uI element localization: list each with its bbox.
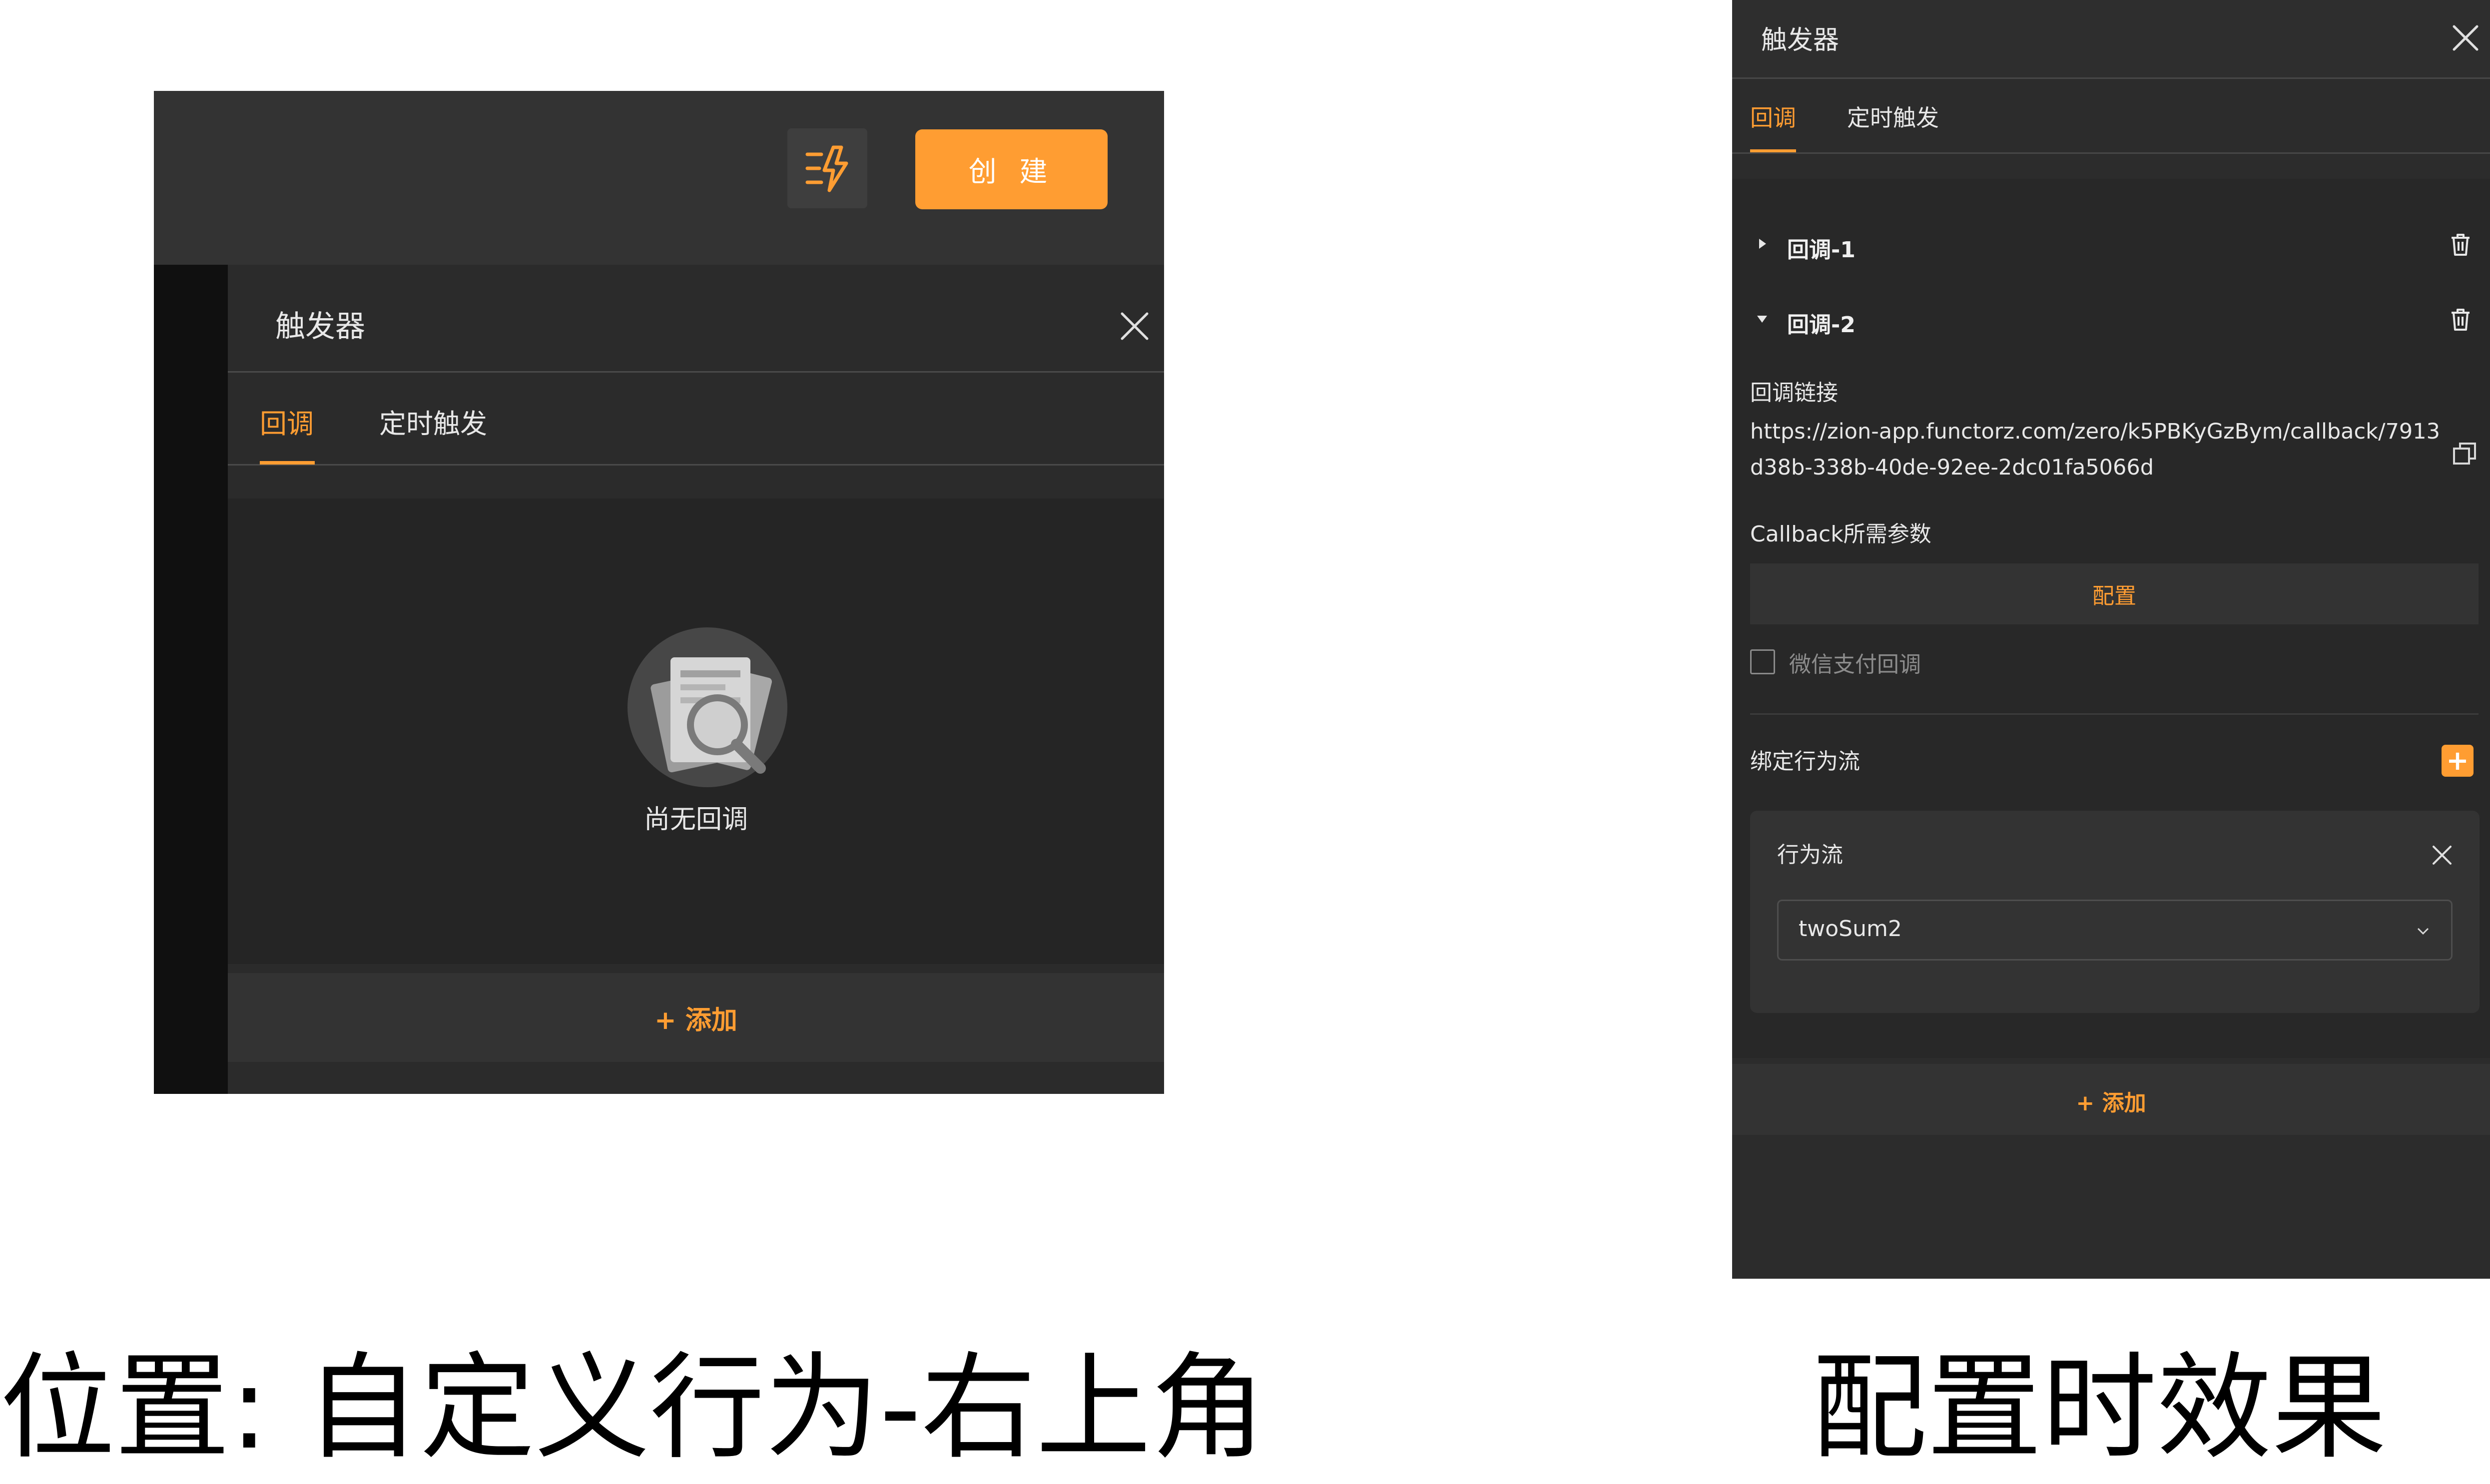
add-button-label: + 添加 <box>2076 1090 2146 1116</box>
drawer-title: 触发器 <box>275 309 365 344</box>
active-tab-indicator <box>1750 149 1796 152</box>
caption-config-effect: 配置时效果 <box>1812 1342 2387 1475</box>
top-toolbar: 创 建 <box>154 91 1164 265</box>
empty-state: 尚无回调 <box>228 498 1164 964</box>
wechat-pay-checkbox[interactable] <box>1750 649 1775 674</box>
drawer-tabs: 回调 定时触发 <box>228 373 1164 466</box>
add-flow-button[interactable]: + <box>2442 745 2474 777</box>
drawer-header: 触发器 <box>228 265 1164 373</box>
drawer-header: 触发器 <box>1732 0 2490 79</box>
trash-icon[interactable] <box>2447 231 2475 259</box>
tab-timer-trigger[interactable]: 定时触发 <box>379 402 487 441</box>
callback-name: 回调-2 <box>1787 312 1856 338</box>
empty-document-search-icon <box>627 627 787 787</box>
chevron-down-icon <box>2417 928 2429 935</box>
copy-icon[interactable] <box>2450 439 2480 469</box>
drawer-tabs: 回调 定时触发 <box>1732 79 2490 154</box>
trigger-drawer: 触发器 回调 定时触发 尚无回调 + 添加 <box>228 265 1164 1094</box>
right-screenshot: 触发器 回调 定时触发 回调-1 回调-2 回调链接 https://zion-… <box>1732 0 2490 1279</box>
caret-down-icon[interactable] <box>1753 310 1771 328</box>
left-screenshot: 创 建 触发器 回调 定时触发 尚无回调 + 添加 <box>154 91 1164 1094</box>
trash-icon[interactable] <box>2447 306 2475 334</box>
trigger-toggle-button[interactable] <box>787 128 867 208</box>
close-icon[interactable] <box>2450 22 2481 53</box>
drawer-title: 触发器 <box>1761 25 1840 55</box>
callback-item-2[interactable]: 回调-2 <box>1732 294 2490 344</box>
config-button[interactable]: 配置 <box>1750 563 2479 624</box>
empty-state-text: 尚无回调 <box>643 805 748 835</box>
flow-card: 行为流 twoSum2 <box>1750 811 2480 1013</box>
callback-name: 回调-1 <box>1787 237 1856 263</box>
callback-link-label: 回调链接 <box>1750 380 1838 406</box>
lightning-list-icon <box>805 145 848 192</box>
caption-position: 位置: 自定义行为-右上角 <box>0 1342 1266 1475</box>
flow-select-value: twoSum2 <box>1799 916 1902 942</box>
create-button[interactable]: 创 建 <box>915 129 1108 209</box>
callback-item-1[interactable]: 回调-1 <box>1732 219 2490 269</box>
close-icon[interactable] <box>2430 843 2455 868</box>
bind-flow-label: 绑定行为流 <box>1750 749 1860 774</box>
add-button-label: + 添加 <box>654 1005 737 1035</box>
caret-right-icon[interactable] <box>1753 235 1771 253</box>
divider <box>1750 713 2479 715</box>
callback-params-label: Callback所需参数 <box>1750 521 1931 547</box>
close-icon[interactable] <box>1117 309 1152 344</box>
tab-callback[interactable]: 回调 <box>1750 100 1796 133</box>
flow-card-title: 行为流 <box>1777 842 1843 868</box>
canvas-edge <box>154 265 228 1094</box>
tab-timer-trigger[interactable]: 定时触发 <box>1847 100 1939 133</box>
tab-callback[interactable]: 回调 <box>260 402 314 441</box>
add-callback-button[interactable]: + 添加 <box>1732 1064 2490 1135</box>
callback-list: 回调-1 回调-2 回调链接 https://zion-app.functorz… <box>1732 179 2490 1058</box>
add-callback-button[interactable]: + 添加 <box>228 973 1164 1062</box>
callback-link-url: https://zion-app.functorz.com/zero/k5PBK… <box>1750 419 2440 480</box>
flow-select[interactable]: twoSum2 <box>1777 900 2453 961</box>
wechat-pay-label: 微信支付回调 <box>1789 652 1921 677</box>
active-tab-indicator <box>260 461 315 465</box>
